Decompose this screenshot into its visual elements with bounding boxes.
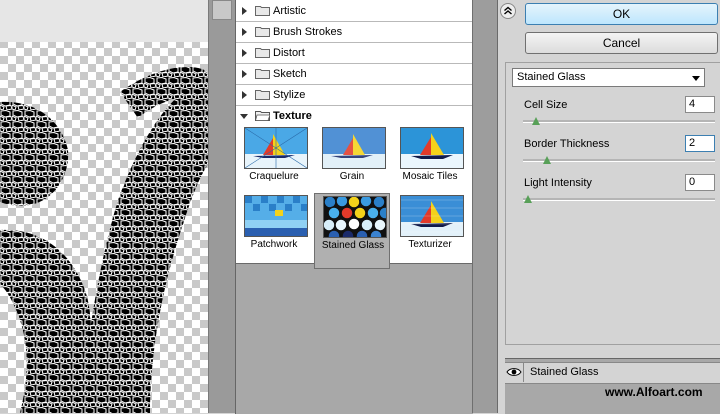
category-label: Distort [273,47,305,59]
visibility-toggle[interactable] [505,362,524,382]
thumb-label: Craquelure [249,171,299,182]
filter-thumb-stained-glass[interactable]: Stained Glass [314,193,390,269]
ok-button[interactable]: OK [525,3,718,25]
thumb-label: Grain [339,171,365,182]
folder-icon [255,6,270,16]
stained-glass-preview-art [0,66,208,413]
effect-layer-label: Stained Glass [530,366,599,378]
border-thickness-slider-thumb[interactable] [543,156,552,164]
category-stylize[interactable]: Stylize [236,85,472,106]
thumb-label: Patchwork [250,239,298,250]
cell-size-label: Cell Size [524,99,568,111]
collapse-arrow-icon[interactable] [240,114,248,119]
filter-thumb-craquelure[interactable]: Craquelure [236,125,312,201]
light-intensity-label: Light Intensity [524,177,592,189]
expand-arrow-icon[interactable] [242,7,247,15]
grain-thumbnail [322,127,386,169]
cell-size-input[interactable]: 4 [685,96,715,113]
filter-select-value: Stained Glass [517,71,586,83]
folder-icon [255,69,270,79]
folder-icon [255,27,270,37]
cell-size-slider-thumb[interactable] [531,117,540,125]
filter-thumb-patchwork[interactable]: Patchwork [236,193,312,269]
texturizer-thumbnail [400,195,464,237]
category-label: Artistic [273,5,306,17]
thumb-label: Texturizer [408,239,452,250]
expand-arrow-icon[interactable] [242,91,247,99]
thumb-label: Mosaic Tiles [402,171,458,182]
double-chevron-up-icon [504,6,512,15]
border-thickness-label: Border Thickness [524,138,610,150]
folder-icon [255,90,270,100]
chevron-down-icon[interactable] [692,76,700,81]
cell-size-slider-track[interactable] [523,120,715,123]
category-artistic[interactable]: Artistic [236,1,472,22]
expand-arrow-icon[interactable] [242,49,247,57]
light-intensity-slider-track[interactable] [523,198,715,201]
filter-gallery-scrollbar[interactable] [472,0,497,413]
preview-scroll-thumb[interactable] [212,0,232,20]
category-brush-strokes[interactable]: Brush Strokes [236,22,472,43]
light-intensity-slider-thumb[interactable] [524,195,532,203]
mosaic-tiles-thumbnail [400,127,464,169]
preview-scrollbar[interactable] [208,0,236,413]
watermark-text: www.Alfoart.com [605,385,703,399]
border-thickness-slider-track[interactable] [523,159,715,162]
border-thickness-input[interactable]: 2 [685,135,715,152]
filter-thumb-texturizer[interactable]: Texturizer [392,193,468,269]
folder-icon [255,48,270,58]
expand-arrow-icon[interactable] [242,70,247,78]
patchwork-thumbnail [244,195,308,237]
category-label: Texture [273,110,312,122]
filter-select[interactable]: Stained Glass [512,68,705,87]
category-sketch[interactable]: Sketch [236,64,472,85]
expand-arrow-icon[interactable] [242,28,247,36]
category-label: Stylize [273,89,306,101]
category-label: Brush Strokes [273,26,343,38]
cancel-button[interactable]: Cancel [525,32,718,54]
eye-icon [506,368,522,376]
category-label: Sketch [273,68,307,80]
craquelure-thumbnail [244,127,308,169]
stained-glass-thumbnail [323,196,387,238]
open-folder-icon [255,111,270,121]
category-distort[interactable]: Distort [236,43,472,64]
collapse-gallery-button[interactable] [500,3,516,19]
filter-thumb-mosaic-tiles[interactable]: Mosaic Tiles [392,125,468,201]
light-intensity-input[interactable]: 0 [685,174,715,191]
filter-gallery-empty-area [235,263,473,414]
image-preview[interactable] [0,0,208,413]
thumb-label: Stained Glass [321,240,385,251]
category-texture[interactable]: Texture [236,106,472,126]
filter-thumb-grain[interactable]: Grain [314,125,390,201]
